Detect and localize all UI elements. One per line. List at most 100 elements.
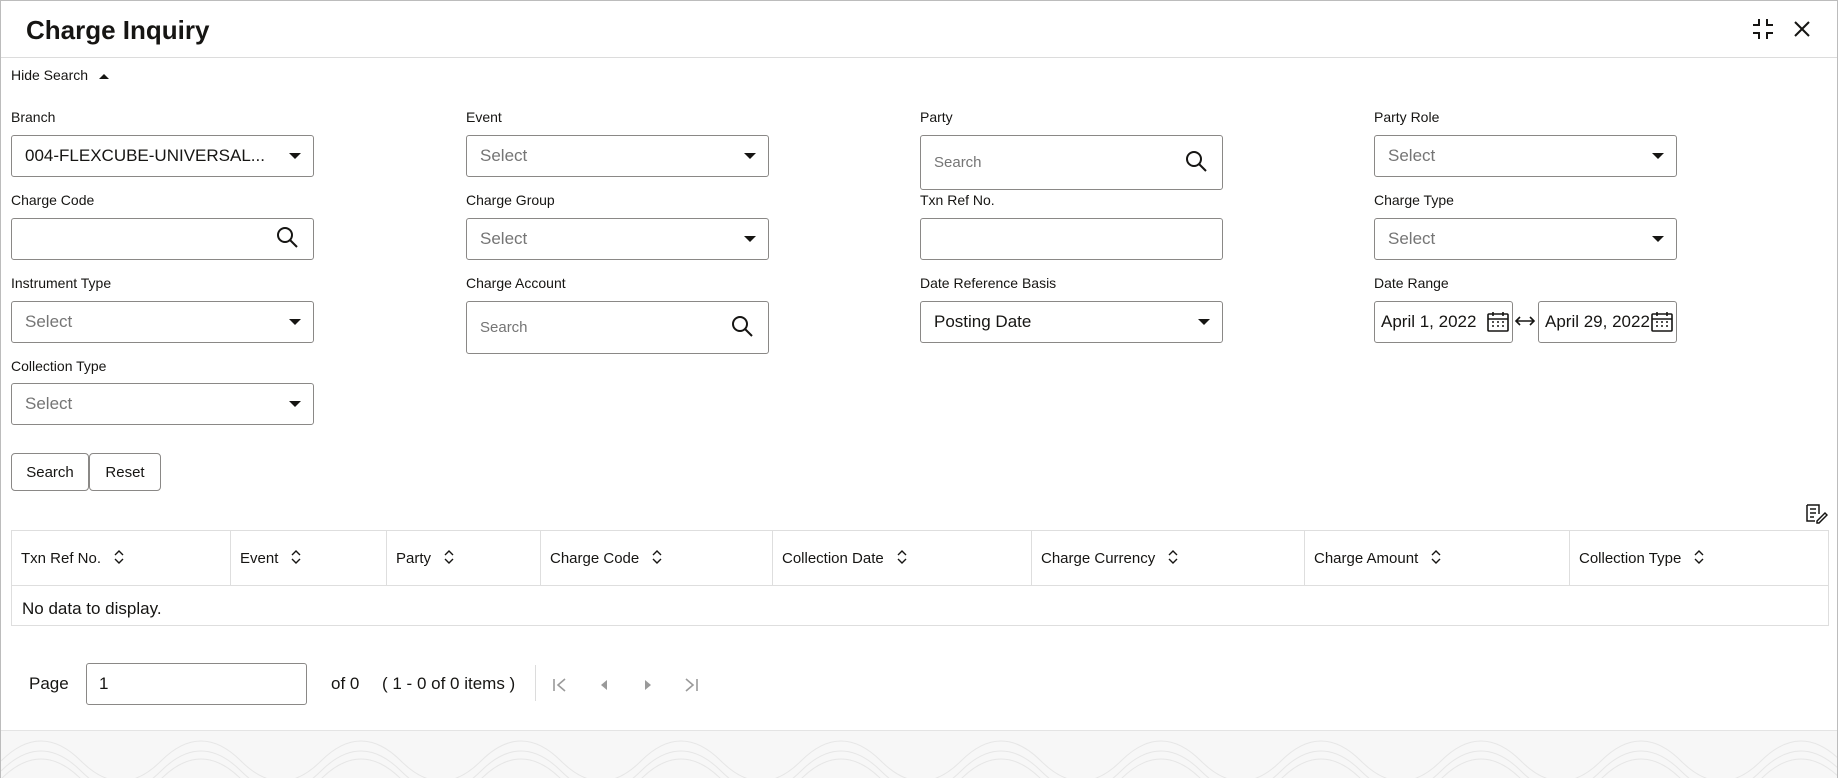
hide-search-toggle[interactable]: Hide Search (11, 67, 110, 83)
search-button[interactable]: Search (11, 453, 89, 491)
sort-icon[interactable] (1694, 549, 1704, 568)
last-page-icon[interactable] (683, 677, 699, 698)
column-header-txn-ref-no[interactable]: Txn Ref No. (12, 531, 231, 586)
page-count-label: of 0 (331, 674, 360, 693)
column-header-label: Party (396, 550, 432, 567)
chevron-down-icon (289, 401, 301, 407)
charge-account-label: Charge Account (466, 275, 566, 291)
charge-group-label: Charge Group (466, 192, 555, 208)
charge-group-select[interactable]: Select (466, 218, 769, 260)
first-page-icon[interactable] (552, 677, 568, 698)
column-header-label: Charge Amount (1314, 550, 1419, 567)
charge-code-label: Charge Code (11, 192, 95, 208)
column-header-label: Event (240, 550, 279, 567)
column-header-collection-type[interactable]: Collection Type (1570, 531, 1828, 586)
column-header-party[interactable]: Party (387, 531, 541, 586)
collection-type-label: Collection Type (11, 358, 107, 374)
branch-select[interactable]: 004-FLEXCUBE-UNIVERSAL... (11, 135, 314, 177)
table-header: Txn Ref No. Event Party Charge Code Coll… (12, 531, 1828, 586)
empty-table-message: No data to display. (22, 599, 162, 618)
party-role-select[interactable]: Select (1374, 135, 1677, 177)
sort-icon[interactable] (897, 549, 907, 568)
column-header-charge-amount[interactable]: Charge Amount (1305, 531, 1570, 586)
party-placeholder: Search (934, 154, 982, 171)
party-label: Party (920, 109, 953, 125)
column-header-label: Collection Type (1579, 550, 1682, 567)
sort-icon[interactable] (1431, 549, 1441, 568)
chevron-down-icon (289, 319, 301, 325)
charge-type-placeholder: Select (1388, 229, 1436, 248)
instrument-type-select[interactable]: Select (11, 301, 314, 343)
date-reference-basis-select[interactable]: Posting Date (920, 301, 1223, 343)
column-header-collection-date[interactable]: Collection Date (773, 531, 1032, 586)
reset-button[interactable]: Reset (89, 453, 161, 491)
page-title: Charge Inquiry (26, 15, 210, 45)
instrument-type-placeholder: Select (25, 312, 73, 331)
close-icon[interactable] (1788, 15, 1816, 43)
title-bar: Charge Inquiry (1, 1, 1837, 58)
column-header-label: Collection Date (782, 550, 884, 567)
hide-search-label: Hide Search (11, 67, 89, 83)
collection-type-select[interactable]: Select (11, 383, 314, 425)
caret-up-icon (98, 67, 110, 83)
instrument-type-label: Instrument Type (11, 275, 112, 291)
txn-ref-no-input[interactable] (920, 218, 1223, 260)
charge-account-placeholder: Search (480, 319, 528, 336)
column-header-charge-currency[interactable]: Charge Currency (1032, 531, 1305, 586)
collection-type-placeholder: Select (25, 394, 73, 413)
date-from-value: April 1, 2022 (1381, 312, 1477, 331)
search-icon[interactable] (730, 314, 754, 342)
event-placeholder: Select (480, 146, 528, 165)
charge-code-input[interactable] (11, 218, 314, 260)
date-range-arrow-icon (1514, 314, 1536, 332)
chevron-down-icon (744, 153, 756, 159)
date-to-value: April 29, 2022 (1545, 312, 1650, 331)
sort-icon[interactable] (444, 549, 454, 568)
party-role-placeholder: Select (1388, 146, 1436, 165)
date-range-to-input[interactable]: April 29, 2022 (1538, 301, 1677, 343)
column-header-label: Txn Ref No. (21, 550, 102, 567)
chevron-down-icon (1652, 153, 1664, 159)
date-reference-basis-label: Date Reference Basis (920, 275, 1057, 291)
branch-value: 004-FLEXCUBE-UNIVERSAL... (25, 146, 265, 165)
search-icon[interactable] (275, 225, 299, 253)
party-role-label: Party Role (1374, 109, 1440, 125)
column-header-event[interactable]: Event (231, 531, 387, 586)
charge-inquiry-window: Charge Inquiry Hide Search Branch 004-FL… (0, 0, 1838, 778)
previous-page-icon[interactable] (596, 677, 612, 698)
chevron-down-icon (744, 236, 756, 242)
results-table: Txn Ref No. Event Party Charge Code Coll… (11, 530, 1829, 626)
column-header-charge-code[interactable]: Charge Code (541, 531, 773, 586)
column-header-label: Charge Currency (1041, 550, 1156, 567)
party-search-input[interactable]: Search (920, 135, 1223, 190)
column-header-label: Charge Code (550, 550, 640, 567)
date-range-label: Date Range (1374, 275, 1449, 291)
charge-type-select[interactable]: Select (1374, 218, 1677, 260)
chevron-down-icon (289, 153, 301, 159)
footer-decoration (1, 730, 1837, 778)
column-settings-icon[interactable] (1804, 501, 1829, 530)
sort-icon[interactable] (1168, 549, 1178, 568)
sort-icon[interactable] (114, 549, 124, 568)
calendar-icon[interactable] (1486, 311, 1510, 338)
txn-ref-no-label: Txn Ref No. (920, 192, 995, 208)
charge-account-search-input[interactable]: Search (466, 301, 769, 354)
event-select[interactable]: Select (466, 135, 769, 177)
chevron-down-icon (1198, 319, 1210, 325)
branch-label: Branch (11, 109, 56, 125)
page-label: Page (29, 674, 69, 693)
page-number-input[interactable]: 1 (86, 663, 307, 705)
next-page-icon[interactable] (640, 677, 656, 698)
pager-divider (535, 665, 536, 701)
page-number-value: 1 (99, 674, 109, 693)
pagination-bar: Page 1 of 0 ( 1 - 0 of 0 items ) (1, 661, 1837, 711)
collapse-corners-icon[interactable] (1749, 15, 1777, 43)
date-reference-basis-value: Posting Date (934, 312, 1032, 331)
search-icon[interactable] (1184, 149, 1208, 177)
sort-icon[interactable] (291, 549, 301, 568)
date-range-from-input[interactable]: April 1, 2022 (1374, 301, 1513, 343)
calendar-icon[interactable] (1650, 311, 1674, 338)
chevron-down-icon (1652, 236, 1664, 242)
sort-icon[interactable] (652, 549, 662, 568)
charge-type-label: Charge Type (1374, 192, 1454, 208)
